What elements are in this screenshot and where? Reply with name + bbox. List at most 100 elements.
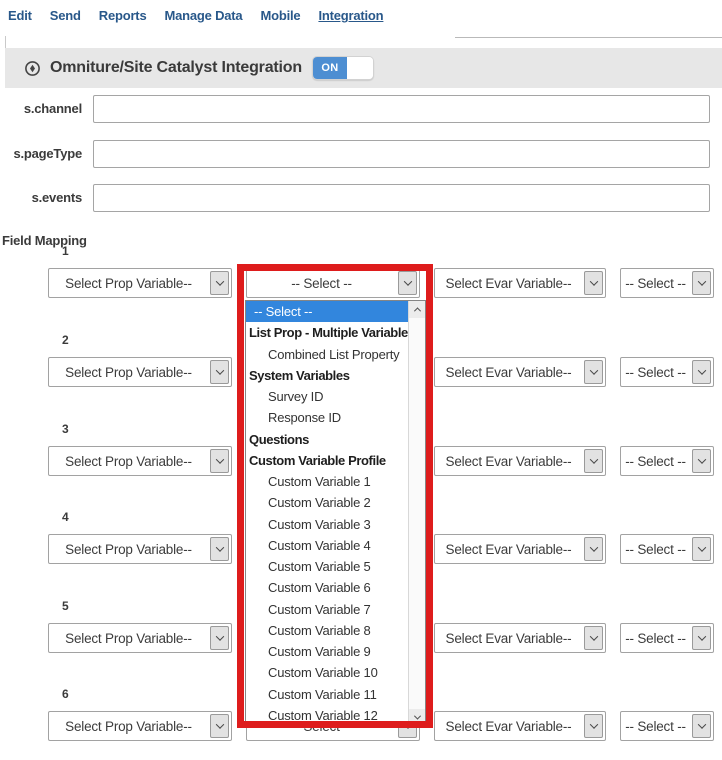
dropdown-option[interactable]: Custom Variable 9 — [246, 641, 408, 662]
dropdown-group-label: System Variables — [246, 365, 408, 386]
chevron-down-icon — [692, 360, 711, 384]
select-value: Select Evar Variable-- — [435, 719, 582, 734]
chevron-down-icon — [692, 449, 711, 473]
field-mapping-heading: Field Mapping — [2, 233, 87, 248]
top-nav: Edit Send Reports Manage Data Mobile Integrat… — [8, 8, 383, 23]
chevron-down-icon — [584, 360, 603, 384]
dropdown-scrollbar[interactable] — [408, 301, 425, 726]
prop-variable-select[interactable]: Select Prop Variable-- — [48, 623, 232, 653]
select-value: -- Select -- — [621, 276, 690, 291]
dropdown-option[interactable]: Custom Variable 6 — [246, 577, 408, 598]
integration-target-icon — [24, 60, 41, 77]
dropdown-options: -- Select --List Prop - Multiple Variabl… — [246, 301, 408, 726]
evar-variable-select[interactable]: Select Evar Variable-- — [434, 446, 606, 476]
chevron-down-icon — [692, 626, 711, 650]
select-value: -- Select -- — [621, 631, 690, 646]
prop-variable-select[interactable]: Select Prop Variable-- — [48, 446, 232, 476]
field-label: s.events — [0, 184, 82, 212]
dropdown-option[interactable]: Response ID — [246, 407, 408, 428]
evar-map-select[interactable]: -- Select -- — [620, 268, 714, 298]
scroll-down-icon[interactable] — [409, 709, 425, 726]
form-row: s.pageType — [0, 140, 722, 168]
dropdown-option[interactable]: Combined List Property — [246, 344, 408, 365]
prop-variable-select[interactable]: Select Prop Variable-- — [48, 357, 232, 387]
nav-item-reports[interactable]: Reports — [99, 8, 147, 23]
scroll-up-icon[interactable] — [409, 301, 425, 318]
nav-item-send[interactable]: Send — [50, 8, 81, 23]
row-number: 6 — [62, 687, 69, 701]
dropdown-option[interactable]: Custom Variable 7 — [246, 599, 408, 620]
dropdown-group-label: Questions — [246, 429, 408, 450]
dropdown-option[interactable]: Custom Variable 12 — [246, 705, 408, 726]
nav-item-integration[interactable]: Integration — [318, 8, 383, 23]
select-value: Select Evar Variable-- — [435, 631, 582, 646]
select-value: Select Prop Variable-- — [49, 631, 208, 646]
section-header: Omniture/Site Catalyst Integration ON — [5, 48, 722, 88]
evar-map-select[interactable]: -- Select -- — [620, 446, 714, 476]
chevron-down-icon — [398, 271, 417, 295]
evar-map-select[interactable]: -- Select -- — [620, 623, 714, 653]
select-value: Select Evar Variable-- — [435, 542, 582, 557]
field-label: s.channel — [0, 95, 82, 123]
dropdown-option[interactable]: Survey ID — [246, 386, 408, 407]
dropdown-option[interactable]: Custom Variable 11 — [246, 684, 408, 705]
integration-toggle[interactable]: ON — [312, 56, 374, 80]
dropdown-option[interactable]: Custom Variable 3 — [246, 514, 408, 535]
chevron-down-icon — [692, 537, 711, 561]
scrollbar-track[interactable] — [409, 318, 425, 709]
dropdown-group-label: List Prop - Multiple Variable — [246, 322, 408, 343]
row-number: 2 — [62, 333, 69, 347]
select-value: Select Prop Variable-- — [49, 542, 208, 557]
evar-variable-select[interactable]: Select Evar Variable-- — [434, 623, 606, 653]
dropdown-option[interactable]: Custom Variable 4 — [246, 535, 408, 556]
s-pageType-input[interactable] — [93, 140, 710, 168]
prop-variable-select[interactable]: Select Prop Variable-- — [48, 711, 232, 741]
dropdown-option[interactable]: Custom Variable 1 — [246, 471, 408, 492]
toggle-knob — [347, 57, 373, 79]
select-value: -- Select -- — [621, 365, 690, 380]
dropdown-group-label: Custom Variable Profile — [246, 450, 408, 471]
s-channel-input[interactable] — [93, 95, 710, 123]
nav-item-mobile[interactable]: Mobile — [260, 8, 300, 23]
prop-variable-select[interactable]: Select Prop Variable-- — [48, 268, 232, 298]
select-value: -- Select -- — [621, 542, 690, 557]
evar-variable-select[interactable]: Select Evar Variable-- — [434, 268, 606, 298]
question-map-select[interactable]: -- Select -- — [246, 268, 420, 298]
evar-variable-select[interactable]: Select Evar Variable-- — [434, 534, 606, 564]
evar-variable-select[interactable]: Select Evar Variable-- — [434, 357, 606, 387]
row-number: 4 — [62, 510, 69, 524]
chevron-down-icon — [210, 360, 229, 384]
chevron-down-icon — [584, 714, 603, 738]
panel-border-tick — [5, 36, 6, 48]
dropdown-option[interactable]: Custom Variable 5 — [246, 556, 408, 577]
dropdown-option-selected[interactable]: -- Select -- — [246, 301, 408, 322]
chevron-down-icon — [584, 449, 603, 473]
evar-map-select[interactable]: -- Select -- — [620, 534, 714, 564]
nav-item-edit[interactable]: Edit — [8, 8, 32, 23]
row-number: 1 — [62, 244, 69, 258]
evar-map-select[interactable]: -- Select -- — [620, 711, 714, 741]
nav-item-manage-data[interactable]: Manage Data — [164, 8, 242, 23]
dropdown-option[interactable]: Custom Variable 8 — [246, 620, 408, 641]
prop-variable-select[interactable]: Select Prop Variable-- — [48, 534, 232, 564]
dropdown-option[interactable]: Custom Variable 2 — [246, 492, 408, 513]
evar-map-select[interactable]: -- Select -- — [620, 357, 714, 387]
chevron-down-icon — [584, 537, 603, 561]
s-events-input[interactable] — [93, 184, 710, 212]
open-dropdown-list: -- Select --List Prop - Multiple Variabl… — [245, 300, 426, 727]
evar-variable-select[interactable]: Select Evar Variable-- — [434, 711, 606, 741]
chevron-down-icon — [210, 271, 229, 295]
page-title: Omniture/Site Catalyst Integration — [50, 59, 302, 77]
row-number: 3 — [62, 422, 69, 436]
dropdown-option[interactable]: Custom Variable 10 — [246, 662, 408, 683]
chevron-down-icon — [210, 714, 229, 738]
select-value: Select Evar Variable-- — [435, 365, 582, 380]
panel-border-line — [455, 37, 722, 38]
mapping-row: Select Prop Variable-- -- Select -- Sele… — [0, 268, 722, 298]
toggle-on-label: ON — [313, 57, 347, 79]
select-value: -- Select -- — [247, 276, 396, 291]
chevron-down-icon — [584, 271, 603, 295]
select-value: Select Prop Variable-- — [49, 454, 208, 469]
form-row: s.events — [0, 184, 722, 212]
chevron-down-icon — [692, 271, 711, 295]
